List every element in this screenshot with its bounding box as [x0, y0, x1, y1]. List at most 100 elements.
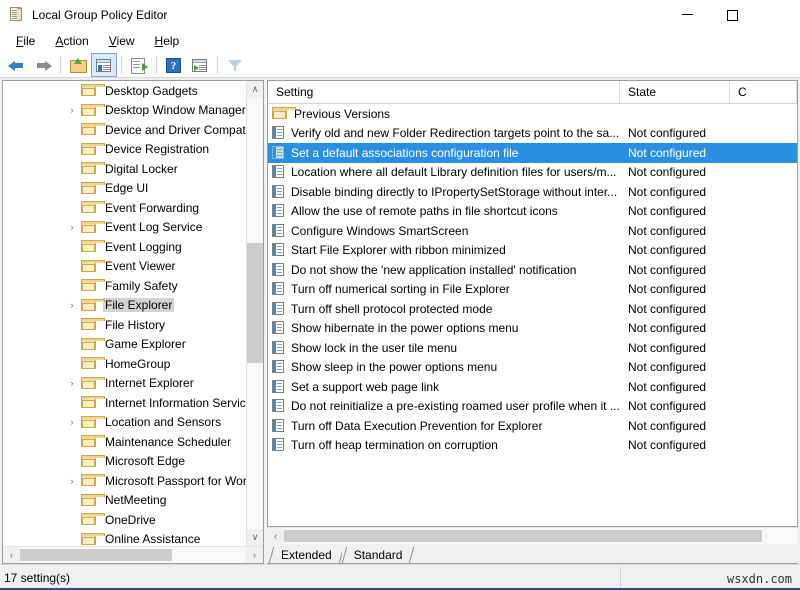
export-list-icon: [130, 57, 148, 73]
tree-item-microsoft-passport-for-worl[interactable]: ›Microsoft Passport for Worl: [3, 471, 246, 491]
tree-hscroll-left-arrow[interactable]: ‹: [3, 547, 20, 563]
close-icon: [772, 10, 783, 21]
maximize-button[interactable]: [710, 0, 755, 30]
chevron-right-icon[interactable]: ›: [67, 300, 77, 310]
forward-button[interactable]: [30, 53, 56, 77]
tree-item-maintenance-scheduler[interactable]: Maintenance Scheduler: [3, 432, 246, 452]
table-row[interactable]: Location where all default Library defin…: [268, 163, 797, 183]
table-row[interactable]: Turn off shell protocol protected modeNo…: [268, 299, 797, 319]
close-button[interactable]: [755, 0, 800, 30]
tree-item-file-explorer[interactable]: ›File Explorer: [3, 296, 246, 316]
menu-help[interactable]: Help: [145, 32, 190, 50]
table-row[interactable]: Show hibernate in the power options menu…: [268, 319, 797, 339]
tree-item-label: Desktop Window Manager: [103, 103, 246, 117]
tree-vertical-scrollbar[interactable]: ∧ ∨: [246, 81, 263, 546]
table-row[interactable]: Do not reinitialize a pre-existing roame…: [268, 397, 797, 417]
tree-item-digital-locker[interactable]: Digital Locker: [3, 159, 246, 179]
tree-item-onedrive[interactable]: OneDrive: [3, 510, 246, 530]
chevron-right-icon[interactable]: ›: [67, 378, 77, 388]
tree-horizontal-scrollbar[interactable]: ‹ ›: [3, 546, 263, 563]
folder-icon: [81, 435, 97, 448]
toolbar-separator: [217, 56, 218, 74]
cell-state: Not configured: [620, 419, 730, 433]
tree-item-device-and-driver-compatib[interactable]: Device and Driver Compatib: [3, 120, 246, 140]
table-row[interactable]: Start File Explorer with ribbon minimize…: [268, 241, 797, 261]
tree-item-internet-information-service[interactable]: Internet Information Service: [3, 393, 246, 413]
tree-hscroll-thumb[interactable]: [20, 549, 172, 561]
minimize-button[interactable]: [665, 0, 710, 30]
tree-item-family-safety[interactable]: Family Safety: [3, 276, 246, 296]
tree-item-label: Event Viewer: [103, 259, 177, 273]
view-tabstrip: Extended Standard: [267, 544, 798, 564]
chevron-right-icon[interactable]: ›: [67, 222, 77, 232]
tree-item-event-viewer[interactable]: Event Viewer: [3, 257, 246, 277]
table-row[interactable]: Configure Windows SmartScreenNot configu…: [268, 221, 797, 241]
tree-item-edge-ui[interactable]: Edge UI: [3, 179, 246, 199]
menu-view[interactable]: View: [99, 32, 145, 50]
policy-tree[interactable]: Desktop Gadgets › Desktop Window Manager De…: [3, 81, 246, 546]
tree-scroll-track[interactable]: [247, 98, 263, 529]
tree-item-homegroup[interactable]: HomeGroup: [3, 354, 246, 374]
table-row[interactable]: Show lock in the user tile menuNot confi…: [268, 338, 797, 358]
chevron-right-icon[interactable]: ›: [67, 476, 77, 486]
tree-scroll-up-arrow[interactable]: ∧: [247, 81, 263, 98]
settings-hscroll-track[interactable]: [284, 528, 798, 544]
help-button[interactable]: ?: [161, 53, 187, 77]
table-row[interactable]: Turn off numerical sorting in File Explo…: [268, 280, 797, 300]
tree-item-file-history[interactable]: File History: [3, 315, 246, 335]
cell-state: Not configured: [620, 399, 730, 413]
policy-setting-icon: [272, 165, 286, 179]
tree-item-event-logging[interactable]: Event Logging: [3, 237, 246, 257]
table-row[interactable]: Previous Versions: [268, 104, 797, 124]
cell-setting: Show hibernate in the power options menu: [268, 321, 620, 335]
tab-extended[interactable]: Extended: [269, 545, 342, 564]
table-row[interactable]: Set a default associations configuration…: [268, 143, 797, 163]
tree-item-internet-explorer[interactable]: ›Internet Explorer: [3, 374, 246, 394]
tab-standard[interactable]: Standard: [342, 545, 413, 564]
tree-hscroll-track[interactable]: [20, 547, 246, 563]
tree-scroll-thumb[interactable]: [247, 243, 263, 363]
table-row[interactable]: Do not show the 'new application install…: [268, 260, 797, 280]
show-hide-console-tree-button[interactable]: [91, 53, 117, 77]
tree-item-netmeeting[interactable]: NetMeeting: [3, 491, 246, 511]
column-header-setting[interactable]: Setting: [268, 81, 620, 103]
menu-file[interactable]: File: [6, 32, 45, 50]
tree-item-device-registration[interactable]: Device Registration: [3, 140, 246, 160]
tree-item-event-log-service[interactable]: ›Event Log Service: [3, 218, 246, 238]
table-row[interactable]: Show sleep in the power options menuNot …: [268, 358, 797, 378]
tree-hscroll-right-arrow[interactable]: ›: [246, 547, 263, 563]
up-one-level-button[interactable]: [65, 53, 91, 77]
tree-item-desktop-gadgets[interactable]: Desktop Gadgets: [3, 81, 246, 101]
export-list-button[interactable]: [126, 53, 152, 77]
settings-hscroll-thumb[interactable]: [284, 530, 762, 542]
tree-item-location-and-sensors[interactable]: ›Location and Sensors: [3, 413, 246, 433]
menu-help-label-rest: elp: [163, 34, 179, 48]
settings-horizontal-scrollbar[interactable]: ‹: [267, 527, 798, 544]
show-action-pane-button[interactable]: [187, 53, 213, 77]
column-header-state[interactable]: State: [620, 81, 730, 103]
tree-item-microsoft-edge[interactable]: Microsoft Edge: [3, 452, 246, 472]
settings-rows[interactable]: Previous VersionsVerify old and new Fold…: [268, 104, 797, 526]
back-button[interactable]: [4, 53, 30, 77]
table-row[interactable]: Allow the use of remote paths in file sh…: [268, 202, 797, 222]
chevron-right-icon[interactable]: ›: [67, 417, 77, 427]
table-row[interactable]: Turn off heap termination on corruptionN…: [268, 436, 797, 456]
column-header-comment[interactable]: C: [730, 81, 797, 103]
tree-item-online-assistance[interactable]: Online Assistance: [3, 530, 246, 547]
tree-item-game-explorer[interactable]: Game Explorer: [3, 335, 246, 355]
tree-item-event-forwarding[interactable]: Event Forwarding: [3, 198, 246, 218]
filter-button[interactable]: [222, 53, 248, 77]
table-row[interactable]: Verify old and new Folder Redirection ta…: [268, 124, 797, 144]
table-row[interactable]: Turn off Data Execution Prevention for E…: [268, 416, 797, 436]
table-row[interactable]: Disable binding directly to IPropertySet…: [268, 182, 797, 202]
tree-item-desktop-window-manager[interactable]: › Desktop Window Manager: [3, 101, 246, 121]
chevron-right-icon[interactable]: ›: [67, 105, 77, 115]
tree-scroll-down-arrow[interactable]: ∨: [247, 529, 263, 546]
setting-name: Show hibernate in the power options menu: [291, 321, 518, 335]
setting-name: Show sleep in the power options menu: [291, 360, 497, 374]
folder-icon: [81, 357, 97, 370]
tree-item-label: Family Safety: [103, 279, 180, 293]
menu-action[interactable]: Action: [45, 32, 98, 50]
table-row[interactable]: Set a support web page linkNot configure…: [268, 377, 797, 397]
settings-hscroll-left-arrow[interactable]: ‹: [267, 528, 284, 544]
